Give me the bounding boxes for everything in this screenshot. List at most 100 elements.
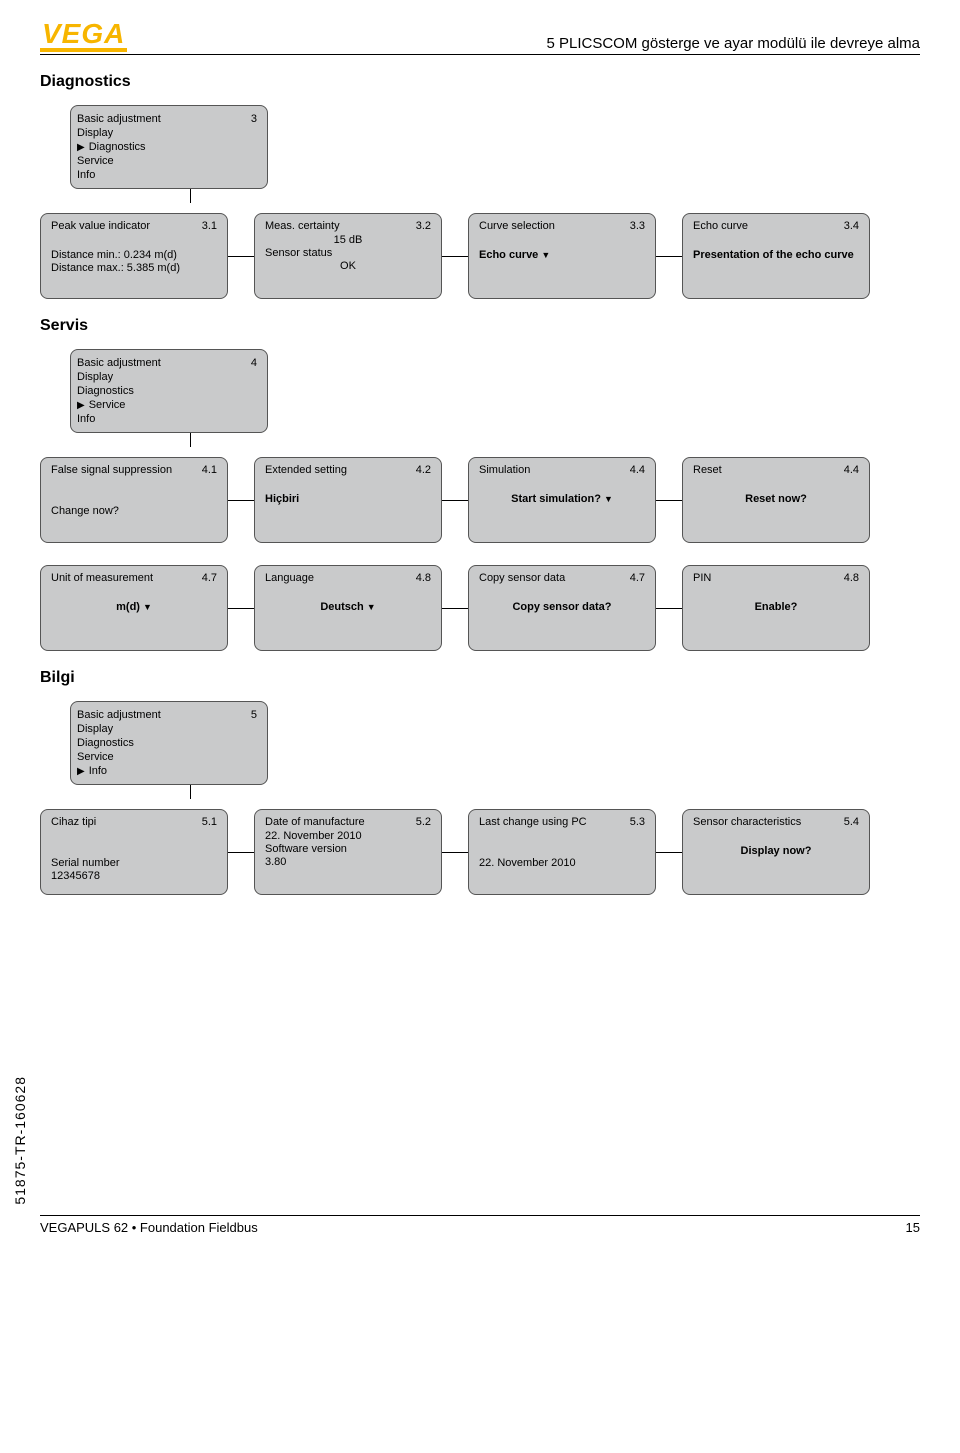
- servis-menu-wrap: Basic adjustment 4 Display Diagnostics ▶…: [70, 349, 920, 447]
- screen-pin: PIN 4.8 Enable?: [682, 565, 870, 651]
- screen-title: Reset: [693, 464, 722, 476]
- servis-row-1: False signal suppression4.1 Change now? …: [40, 457, 920, 543]
- screen-line: Distance min.: 0.234 m(d): [51, 249, 217, 261]
- diagnostics-menu-wrap: Basic adjustment 3 Display ▶Diagnostics …: [70, 105, 920, 203]
- screen-line: 22. November 2010: [265, 830, 431, 842]
- screen-num: 4.1: [202, 464, 217, 476]
- screen-sensor-char: Sensor characteristics 5.4 Display now?: [682, 809, 870, 895]
- screen-title: Cihaz tipi: [51, 816, 96, 828]
- connector: [442, 500, 468, 501]
- menu-item: Basic adjustment: [77, 357, 161, 369]
- menu-item: Diagnostics: [77, 737, 134, 749]
- page-number: 15: [906, 1220, 920, 1235]
- screen-peak-value: Peak value indicator 3.1 Distance min.: 0…: [40, 213, 228, 299]
- screen-language: Language 4.8 Deutsch: [254, 565, 442, 651]
- connector: [190, 189, 191, 203]
- section-bilgi-title: Bilgi: [40, 669, 920, 687]
- page: VEGA 5 PLICSCOM gösterge ve ayar modülü …: [0, 0, 960, 1275]
- screen-value: Reset now?: [693, 493, 859, 505]
- screen-line: 3.80: [265, 856, 431, 868]
- section-servis-title: Servis: [40, 317, 920, 335]
- screen-reset: Reset4.4 Reset now?: [682, 457, 870, 543]
- screen-title: PIN: [693, 572, 711, 584]
- screen-num: 4.2: [416, 464, 431, 476]
- screen-value: Enable?: [693, 601, 859, 613]
- screen-num: 4.4: [630, 464, 645, 476]
- connector: [656, 608, 682, 609]
- screen-num: 5.1: [202, 816, 217, 828]
- servis-menu: Basic adjustment 4 Display Diagnostics ▶…: [70, 349, 268, 433]
- connector: [228, 852, 254, 853]
- screen-value: Deutsch: [265, 601, 431, 613]
- bilgi-menu-wrap: Basic adjustment 5 Display Diagnostics S…: [70, 701, 920, 799]
- chapter-title: 5 PLICSCOM gösterge ve ayar modülü ile d…: [546, 35, 920, 52]
- screen-title: Echo curve: [693, 220, 748, 232]
- menu-item: Basic adjustment: [77, 709, 161, 721]
- screen-line: Change now?: [51, 505, 217, 517]
- screen-title: Curve selection: [479, 220, 555, 232]
- screen-echo-curve: Echo curve3.4 Presentation of the echo c…: [682, 213, 870, 299]
- screen-line: Software version: [265, 843, 431, 855]
- logo: VEGA: [40, 20, 127, 52]
- menu-item-selected: ▶Service: [77, 399, 125, 411]
- marker-icon: ▶: [77, 400, 85, 411]
- footer-left: VEGAPULS 62 • Foundation Fieldbus: [40, 1220, 258, 1235]
- menu-item: Display: [77, 127, 113, 139]
- screen-num: 4.8: [416, 572, 431, 584]
- servis-row-2: Unit of measurement 4.7 m(d) Language 4.8 …: [40, 565, 920, 651]
- screen-title: Date of manufacture: [265, 816, 365, 828]
- screen-num: 3.1: [202, 220, 217, 232]
- screen-value: Display now?: [693, 845, 859, 857]
- menu-item-selected: ▶Diagnostics: [77, 141, 146, 153]
- diagnostics-menu: Basic adjustment 3 Display ▶Diagnostics …: [70, 105, 268, 189]
- screen-copy-sensor: Copy sensor data4.7 Copy sensor data?: [468, 565, 656, 651]
- connector: [656, 256, 682, 257]
- menu-item: Basic adjustment: [77, 113, 161, 125]
- menu-item-selected: ▶Info: [77, 765, 107, 777]
- menu-item: Display: [77, 371, 113, 383]
- connector: [656, 852, 682, 853]
- menu-item: Service: [77, 751, 114, 763]
- menu-number: 5: [251, 709, 257, 721]
- menu-item: Info: [77, 413, 95, 425]
- screen-line: Distance max.: 5.385 m(d): [51, 262, 217, 274]
- screen-num: 4.7: [630, 572, 645, 584]
- footer: VEGAPULS 62 • Foundation Fieldbus 15: [40, 1215, 920, 1235]
- screen-line: Sensor status: [265, 247, 431, 259]
- screen-date-manufacture: Date of manufacture5.2 22. November 2010…: [254, 809, 442, 895]
- connector: [442, 608, 468, 609]
- screen-title: False signal suppression: [51, 464, 172, 476]
- screen-false-signal: False signal suppression 4.1 Change now?: [40, 457, 228, 543]
- menu-number: 3: [251, 113, 257, 125]
- screen-num: 3.2: [416, 220, 431, 232]
- screen-num: 5.3: [630, 816, 645, 828]
- screen-curve-selection: Curve selection 3.3 Echo curve: [468, 213, 656, 299]
- screen-extended-setting: Extended setting4.2 Hiçbiri: [254, 457, 442, 543]
- screen-num: 5.4: [844, 816, 859, 828]
- screen-unit: Unit of measurement 4.7 m(d): [40, 565, 228, 651]
- screen-value: Hiçbiri: [265, 493, 431, 505]
- screen-line: 12345678: [51, 870, 217, 882]
- menu-item: Service: [77, 155, 114, 167]
- screen-title: Sensor characteristics: [693, 816, 801, 828]
- connector: [228, 608, 254, 609]
- screen-value: m(d): [51, 601, 217, 613]
- screen-num: 3.3: [630, 220, 645, 232]
- screen-last-change: Last change using PC5.3 22. November 201…: [468, 809, 656, 895]
- menu-item: Info: [77, 169, 95, 181]
- screen-device-type: Cihaz tipi5.1 Serial number 12345678: [40, 809, 228, 895]
- screen-value: Echo curve: [479, 249, 645, 261]
- screen-title: Unit of measurement: [51, 572, 153, 584]
- document-code: 51875-TR-160628: [12, 1076, 28, 1205]
- screen-num: 3.4: [844, 220, 859, 232]
- connector: [190, 785, 191, 799]
- connector: [190, 433, 191, 447]
- screen-title: Language: [265, 572, 314, 584]
- screen-title: Meas. certainty: [265, 220, 340, 232]
- menu-item: Display: [77, 723, 113, 735]
- screen-num: 4.8: [844, 572, 859, 584]
- screen-title: Copy sensor data: [479, 572, 565, 584]
- screen-num: 4.7: [202, 572, 217, 584]
- screen-value: Start simulation?: [479, 493, 645, 505]
- screen-title: Peak value indicator: [51, 220, 150, 232]
